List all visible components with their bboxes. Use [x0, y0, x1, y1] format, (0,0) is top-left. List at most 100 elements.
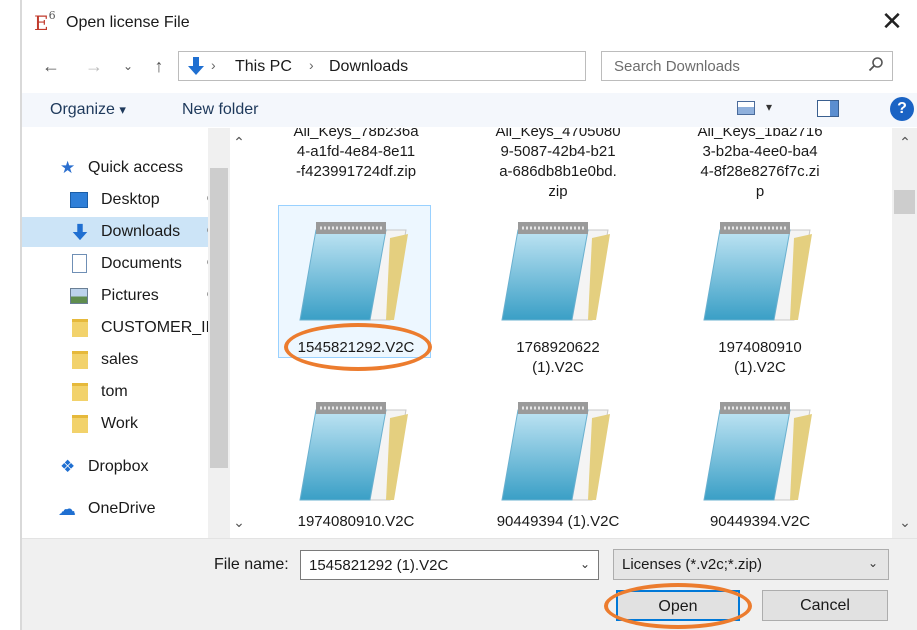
- file-item-1974080910-1[interactable]: 1974080910 (1).V2C: [680, 338, 840, 378]
- close-button[interactable]: ✕: [878, 8, 906, 36]
- recent-locations-chevron-icon[interactable]: ⌄: [118, 54, 138, 78]
- file-item-90449394-1[interactable]: 90449394 (1).V2C: [478, 512, 638, 532]
- change-view-icon[interactable]: [737, 101, 755, 115]
- scroll-down-chevron-icon[interactable]: ⌄: [896, 514, 914, 531]
- file-label-line: 1768920622: [516, 339, 600, 356]
- search-box[interactable]: Search Downloads: [601, 51, 893, 81]
- file-label-line: zip: [548, 183, 568, 200]
- file-label-line: (1).V2C: [532, 359, 584, 376]
- notepad-file-icon: [286, 220, 410, 336]
- preview-pane-icon[interactable]: [817, 100, 839, 117]
- downloads-arrow-icon: [185, 55, 207, 81]
- nav-label: Quick access: [88, 159, 184, 176]
- file-item-all-keys-3[interactable]: All_Keys_1ba2716 3-b2ba-4ee0-ba4 4-8f28e…: [680, 128, 840, 202]
- breadcrumb-downloads[interactable]: Downloads: [329, 58, 408, 76]
- up-arrow-icon[interactable]: ↑: [146, 54, 172, 78]
- notepad-file-icon: [488, 220, 612, 336]
- nav-item-sales[interactable]: sales: [22, 345, 230, 375]
- file-label-line: 9-5087-42b4-b21: [500, 143, 616, 160]
- file-label-line: All_Keys_78b236a: [293, 128, 419, 140]
- file-item-all-keys-1[interactable]: All_Keys_78b236a 4-a1fd-4e84-8e11 -f4239…: [276, 128, 436, 182]
- notepad-file-icon: [286, 400, 410, 516]
- folder-icon: [72, 351, 88, 369]
- nav-dropbox[interactable]: ❖ Dropbox: [22, 452, 230, 482]
- pictures-icon: [70, 288, 88, 304]
- file-item-all-keys-2[interactable]: All_Keys_4705080 9-5087-42b4-b21 a-686db…: [478, 128, 638, 202]
- breadcrumb-separator-icon: ›: [309, 57, 314, 73]
- file-label-line: 1974080910.V2C: [297, 513, 415, 530]
- annotation-ring: [604, 583, 752, 629]
- help-icon[interactable]: ?: [890, 97, 914, 121]
- file-label-line: p: [755, 183, 765, 200]
- desktop-icon: [70, 192, 88, 208]
- nav-item-customer-info[interactable]: CUSTOMER_INFO: [22, 313, 230, 343]
- nav-label: Documents: [101, 255, 182, 272]
- file-label-line: 4-8f28e8276f7c.zi: [700, 163, 820, 180]
- dialog-title: Open license File: [66, 14, 190, 31]
- downloads-icon: [70, 221, 90, 247]
- notepad-file-icon: [488, 400, 612, 516]
- organize-button[interactable]: Organize ▾: [50, 101, 126, 119]
- scroll-up-chevron-icon[interactable]: ⌃: [230, 134, 248, 151]
- nav-label: Pictures: [101, 287, 159, 304]
- file-type-select[interactable]: Licenses (*.v2c;*.zip) ⌄: [613, 549, 889, 580]
- search-icon[interactable]: [868, 56, 884, 77]
- file-name-dropdown-icon[interactable]: ⌄: [580, 557, 590, 571]
- file-type-dropdown-icon[interactable]: ⌄: [868, 556, 878, 570]
- nav-onedrive[interactable]: ☁ OneDrive: [22, 494, 230, 524]
- breadcrumb-this-pc[interactable]: This PC: [235, 58, 292, 76]
- nav-label: Desktop: [101, 191, 160, 208]
- file-type-value: Licenses (*.v2c;*.zip): [622, 556, 763, 573]
- file-label-line: a-686db8b1e0bd.: [499, 163, 617, 180]
- file-label-line: 90449394.V2C: [709, 513, 811, 530]
- file-name-value: 1545821292 (1).V2C: [309, 557, 449, 574]
- nav-label: Work: [101, 415, 139, 432]
- notepad-file-icon: [690, 400, 814, 516]
- file-label-line: 90449394 (1).V2C: [496, 513, 620, 530]
- command-bar: Organize ▾ New folder ▾ ?: [22, 93, 917, 127]
- file-item-1768920622-1[interactable]: 1768920622 (1).V2C: [478, 338, 638, 378]
- file-label-line: -f423991724df.zip: [295, 163, 417, 180]
- nav-item-work[interactable]: Work: [22, 409, 230, 439]
- address-bar[interactable]: › This PC › Downloads ⌄ ↻: [178, 51, 754, 81]
- back-arrow-icon[interactable]: ←: [38, 54, 64, 78]
- navigation-scrollbar-thumb[interactable]: [210, 168, 228, 468]
- nav-item-pictures[interactable]: Pictures ⚲: [22, 281, 230, 311]
- breadcrumb-separator-icon: ›: [211, 57, 216, 73]
- scroll-down-chevron-icon[interactable]: ⌄: [230, 514, 248, 531]
- forward-arrow-icon[interactable]: →: [82, 54, 106, 78]
- scroll-up-chevron-icon[interactable]: ⌃: [896, 134, 914, 151]
- file-item-90449394[interactable]: 90449394.V2C: [680, 512, 840, 532]
- folder-icon: [72, 415, 88, 433]
- file-name-input[interactable]: 1545821292 (1).V2C ⌄: [300, 550, 599, 580]
- new-folder-button[interactable]: New folder: [182, 101, 258, 119]
- documents-icon: [72, 254, 87, 273]
- file-list-scrollbar-thumb[interactable]: [894, 190, 915, 214]
- folder-icon: [72, 383, 88, 401]
- folder-icon: [72, 319, 88, 337]
- nav-item-downloads[interactable]: Downloads ⚲: [22, 217, 230, 247]
- search-placeholder: Search Downloads: [614, 58, 740, 75]
- app-logo-icon: E6: [34, 9, 56, 35]
- file-label-line: 4-a1fd-4e84-8e11: [296, 143, 416, 160]
- onedrive-cloud-icon: ☁: [58, 499, 76, 519]
- nav-label: OneDrive: [88, 500, 156, 517]
- file-label-line: All_Keys_4705080: [495, 128, 621, 140]
- file-name-label: File name:: [214, 556, 289, 573]
- nav-label: tom: [101, 383, 128, 400]
- file-label-line: (1).V2C: [734, 359, 786, 376]
- nav-quick-access[interactable]: ★ Quick access: [22, 153, 230, 183]
- nav-item-documents[interactable]: Documents ⚲: [22, 249, 230, 279]
- view-options-chevron-icon[interactable]: ▾: [766, 100, 772, 114]
- file-label-line: All_Keys_1ba2716: [697, 128, 823, 140]
- cancel-button[interactable]: Cancel: [762, 590, 888, 621]
- file-label-line: 3-b2ba-4ee0-ba4: [702, 143, 818, 160]
- file-item-1974080910[interactable]: 1974080910.V2C: [276, 512, 436, 532]
- nav-label: sales: [101, 351, 139, 368]
- file-list: All_Keys_78b236a 4-a1fd-4e84-8e11 -f4239…: [252, 128, 892, 538]
- nav-item-desktop[interactable]: Desktop ⚲: [22, 185, 230, 215]
- annotation-ring: [284, 323, 432, 371]
- nav-item-tom[interactable]: tom: [22, 377, 230, 407]
- organize-chevron-icon: ▾: [119, 102, 126, 117]
- star-icon: ★: [60, 158, 76, 177]
